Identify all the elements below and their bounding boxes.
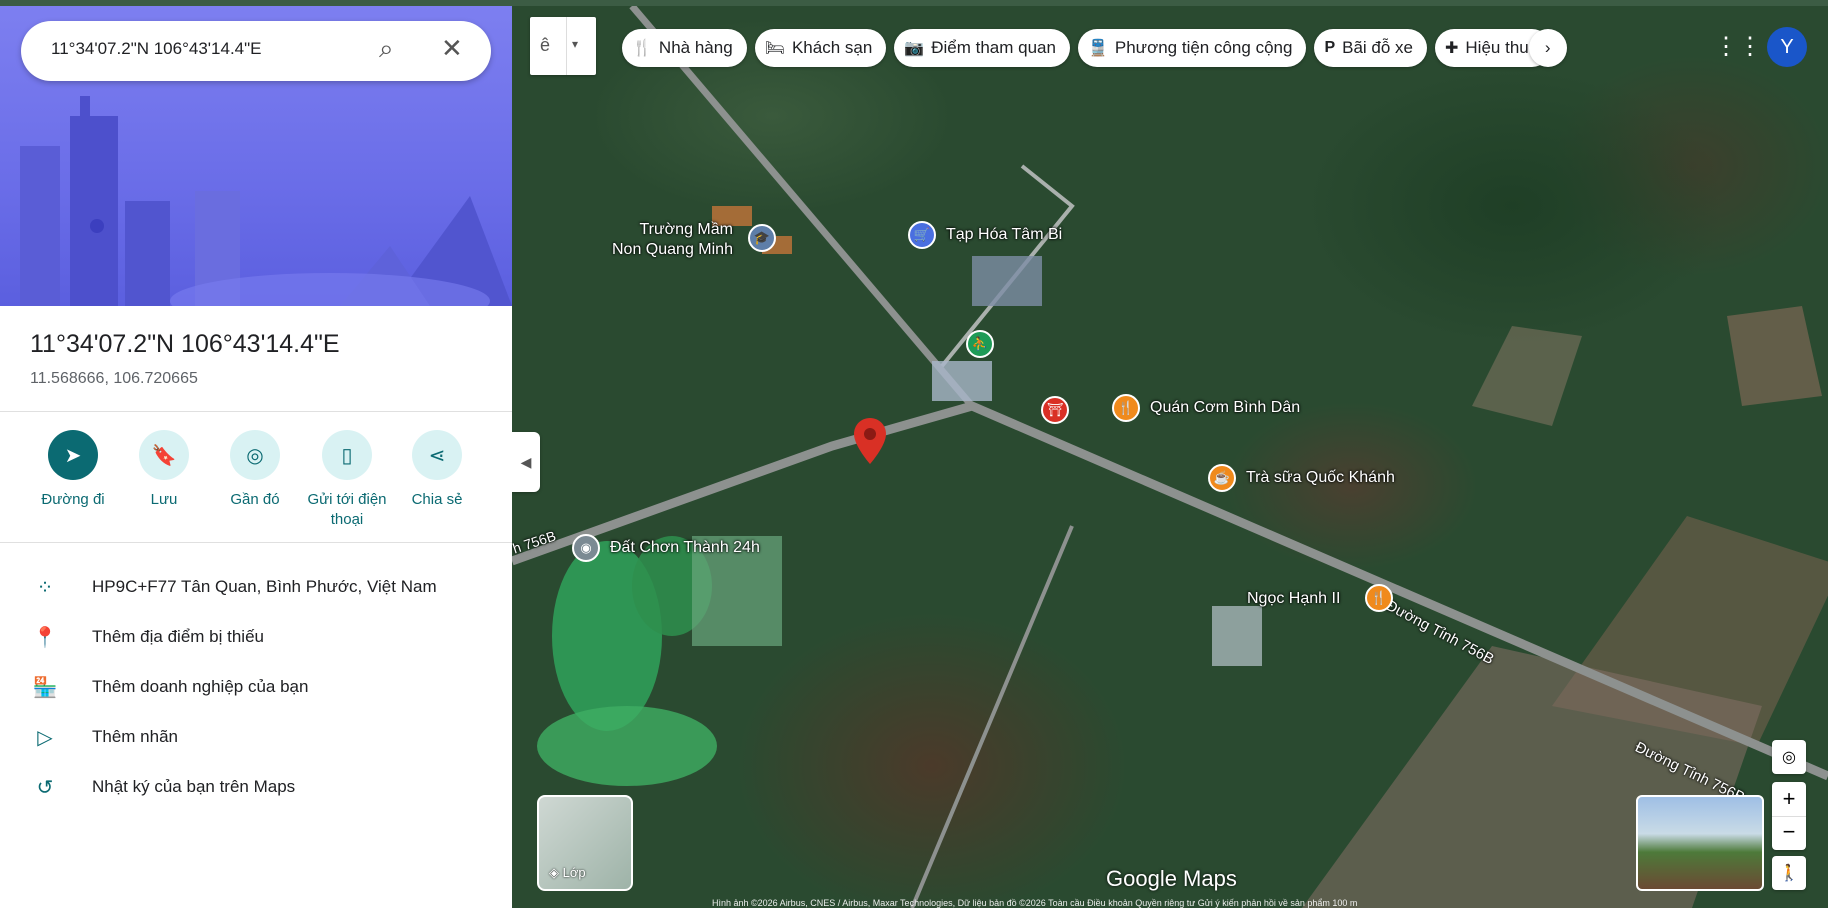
add-label-row[interactable]: ▷ Thêm nhãn [30, 722, 178, 752]
chips-next-button[interactable]: › [1528, 29, 1567, 67]
action-label: Chia sẻ [411, 491, 463, 508]
chip-restaurant[interactable]: 🍴 Nhà hàng [622, 29, 747, 67]
close-icon[interactable]: ✕ [441, 33, 463, 64]
poi-label[interactable]: Trà sữa Quốc Khánh [1246, 469, 1395, 487]
satellite-map[interactable]: h 756B Đường Tỉnh 756B Đường Tỉnh 756B 🎓… [512, 6, 1828, 908]
layers-button[interactable]: ◈ Lớp [537, 795, 633, 891]
shopping-cart-icon[interactable]: 🛒 [908, 221, 936, 249]
maps-history-row[interactable]: ↺ Nhật ký của bạn trên Maps [30, 772, 296, 802]
chevron-right-icon: › [1544, 38, 1551, 57]
dropdown-icon[interactable]: ▾ [572, 37, 578, 51]
chevron-left-icon: ◀ [520, 453, 532, 470]
chip-attractions[interactable]: 📷 Điểm tham quan [894, 29, 1070, 67]
avatar[interactable]: Y [1767, 27, 1807, 67]
place-decimal-coords: 11.568666, 106.720665 [30, 370, 198, 387]
side-panel: 11°34'07.2"N 106°43'14.4"E ⌕ ✕ 11°34'07.… [0, 6, 512, 908]
action-label: Gần đó [230, 491, 280, 508]
zoom-controls: + − [1772, 782, 1806, 850]
label-icon: ▷ [37, 726, 53, 749]
send-to-phone-icon: ▯ [322, 430, 372, 480]
hero-illustration: 11°34'07.2"N 106°43'14.4"E ⌕ ✕ [0, 6, 512, 306]
cafe-icon[interactable]: ☕ [1208, 464, 1236, 492]
pegman-button[interactable]: 🚶 [1772, 856, 1806, 890]
poi-label[interactable]: Ngọc Hạnh II [1247, 590, 1340, 608]
school-icon[interactable]: 🎓 [748, 224, 776, 252]
plus-code-row[interactable]: ⁘ HP9C+F77 Tân Quan, Bình Phước, Việt Na… [30, 572, 437, 602]
pharmacy-icon: ✚ [1445, 40, 1459, 57]
category-chips: 🍴 Nhà hàng 🛏 Khách sạn 📷 Điểm tham quan 🚆 Ph… [622, 29, 1567, 67]
add-missing-place-row[interactable]: 📍 Thêm địa điểm bị thiếu [30, 622, 264, 652]
map-roads [512, 6, 1828, 908]
search-icon[interactable]: ⌕ [379, 33, 394, 65]
zoom-out-button[interactable]: − [1772, 816, 1806, 850]
field-patch [1472, 326, 1582, 426]
save-button[interactable]: 🔖 Lưu [119, 430, 209, 510]
layer-icon: ê [540, 35, 551, 55]
share-button[interactable]: ⋖ Chia sẻ [392, 430, 482, 510]
restaurant-icon[interactable]: 🍴 [1112, 394, 1140, 422]
map-footer: Hình ảnh ©2026 Airbus, CNES / Airbus, Ma… [712, 898, 1358, 908]
location-pin-icon[interactable] [854, 418, 886, 464]
building [1212, 606, 1262, 666]
divider [0, 542, 512, 543]
hiking-icon[interactable]: ⛹ [966, 330, 994, 358]
chip-hotel[interactable]: 🛏 Khách sạn [754, 29, 887, 67]
bookmark-icon: 🔖 [139, 430, 189, 480]
side-road [910, 525, 1074, 908]
layers-label: ◈ Lớp [549, 865, 586, 880]
place-title: 11°34'07.2"N 106°43'14.4"E [30, 330, 340, 358]
chip-parking[interactable]: P Bãi đỗ xe [1314, 29, 1427, 67]
landmark-icon[interactable]: ⛩ [1041, 396, 1069, 424]
street-view-thumbnail[interactable] [1636, 795, 1764, 891]
nearby-button[interactable]: ◎ Gần đó [210, 430, 300, 510]
transit-icon: 🚆 [1087, 40, 1108, 57]
add-business-icon: 🏪 [32, 676, 58, 699]
my-location-button[interactable]: ◎ [1772, 740, 1806, 774]
search-box[interactable]: 11°34'07.2"N 106°43'14.4"E ⌕ ✕ [21, 21, 491, 81]
nearby-icon: ◎ [230, 430, 280, 480]
field-patch [1727, 306, 1822, 406]
plus-code-icon: ⁘ [36, 576, 54, 599]
map-type-toggle[interactable]: ê ▾ [530, 17, 596, 75]
pond [537, 706, 717, 786]
building [932, 361, 992, 401]
divider [0, 411, 512, 412]
chip-transit[interactable]: 🚆 Phương tiện công cộng [1077, 29, 1307, 67]
place-icon[interactable]: ◉ [572, 534, 600, 562]
poi-label[interactable]: Tạp Hóa Tâm Bi [946, 226, 1062, 244]
collapse-panel-button[interactable]: ◀ [512, 432, 540, 492]
add-business-row[interactable]: 🏪 Thêm doanh nghiệp của bạn [30, 672, 309, 702]
pegman-icon: 🚶 [1779, 865, 1799, 882]
directions-icon: ➤ [48, 430, 98, 480]
restaurant-icon: 🍴 [632, 40, 652, 57]
zoom-in-button[interactable]: + [1783, 782, 1796, 816]
send-to-phone-button[interactable]: ▯ Gửi tới điện thoại [301, 430, 393, 530]
action-label: Lưu [150, 491, 178, 508]
poi-label[interactable]: Trường Mầm Non Quang Minh [612, 220, 733, 260]
poi-label[interactable]: Quán Cơm Bình Dân [1150, 399, 1300, 417]
poi-label[interactable]: Đất Chơn Thành 24h [610, 539, 760, 557]
restaurant-icon[interactable]: 🍴 [1365, 584, 1393, 612]
camera-icon: 📷 [904, 40, 925, 57]
share-icon: ⋖ [412, 430, 462, 480]
google-maps-wordmark: Google Maps [1106, 866, 1237, 891]
hotel-icon: 🛏 [764, 40, 785, 57]
search-input[interactable]: 11°34'07.2"N 106°43'14.4"E [51, 39, 262, 59]
action-label: Đường đi [41, 491, 105, 508]
add-location-icon: 📍 [32, 626, 58, 649]
building [972, 256, 1042, 306]
directions-button[interactable]: ➤ Đường đi [28, 430, 118, 510]
history-icon: ↺ [36, 776, 54, 799]
my-location-icon: ◎ [1782, 749, 1796, 766]
parking-icon: P [1324, 39, 1336, 56]
action-label: Gửi tới điện thoại [307, 491, 387, 528]
